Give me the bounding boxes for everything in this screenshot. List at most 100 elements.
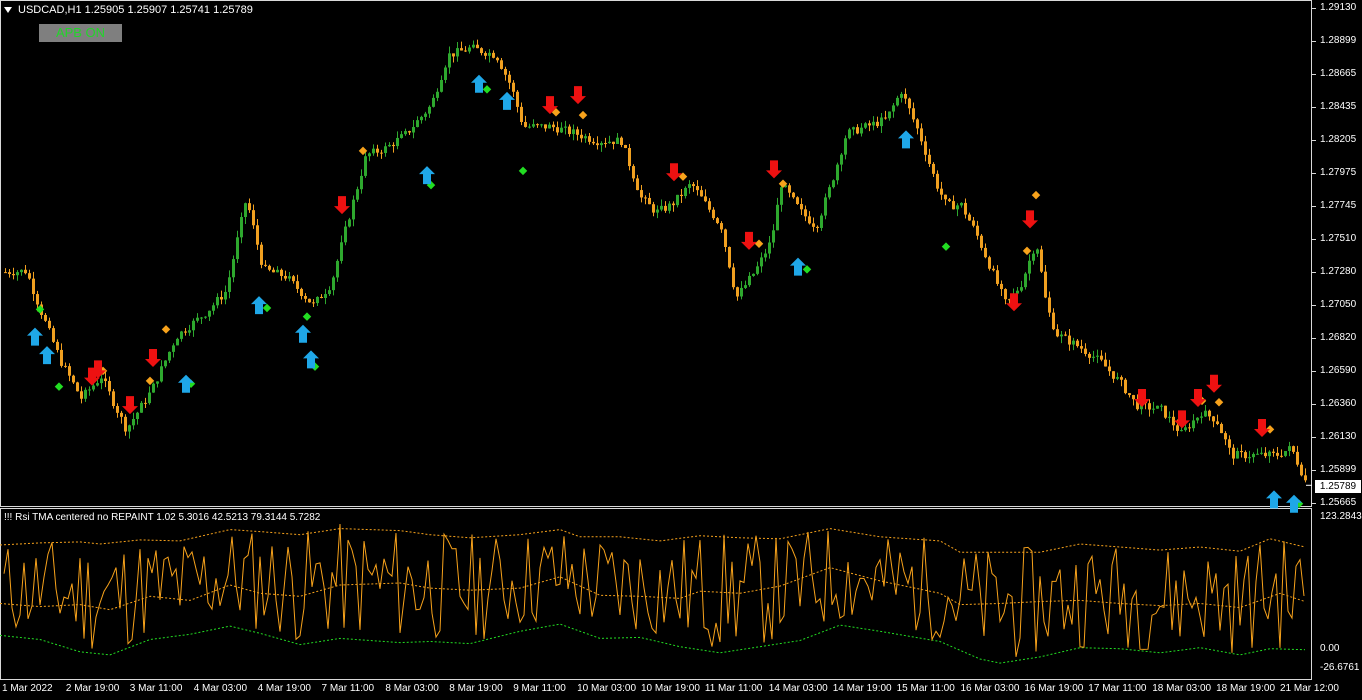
bear-candle bbox=[184, 331, 187, 333]
bear-candle bbox=[460, 48, 463, 51]
bear-candle bbox=[144, 402, 147, 404]
bull-candle bbox=[584, 136, 587, 139]
bear-candle bbox=[32, 278, 35, 295]
bear-candle bbox=[1080, 346, 1083, 349]
bull-candle bbox=[152, 383, 155, 393]
bear-candle bbox=[44, 314, 47, 321]
apb-toggle-button[interactable]: APB ON bbox=[39, 24, 122, 42]
green-diamond-marker bbox=[54, 382, 64, 391]
bear-candle bbox=[1300, 464, 1303, 476]
bull-candle bbox=[340, 242, 343, 261]
bear-candle bbox=[252, 210, 255, 226]
bull-candle bbox=[1028, 260, 1031, 274]
bull-candle bbox=[364, 156, 367, 176]
bear-candle bbox=[284, 275, 287, 279]
bear-candle bbox=[268, 265, 271, 270]
time-tick-label: 8 Mar 03:00 bbox=[385, 683, 439, 694]
time-tick-label: 10 Mar 19:00 bbox=[641, 683, 700, 694]
sell-arrow-icon bbox=[570, 86, 586, 105]
bull-candle bbox=[832, 180, 835, 188]
sell-arrow-icon bbox=[741, 231, 757, 250]
price-tick-mark bbox=[1312, 173, 1316, 174]
bear-candle bbox=[596, 143, 599, 146]
bear-candle bbox=[480, 48, 483, 54]
bull-candle bbox=[212, 305, 215, 311]
bull-candle bbox=[836, 164, 839, 181]
bear-candle bbox=[884, 117, 887, 119]
bull-candle bbox=[896, 97, 899, 106]
bull-candle bbox=[1192, 420, 1195, 429]
bear-candle bbox=[1292, 446, 1295, 452]
collapse-triangle-icon[interactable] bbox=[4, 7, 12, 13]
bull-candle bbox=[760, 257, 763, 267]
bear-candle bbox=[908, 98, 911, 109]
bull-candle bbox=[100, 378, 103, 384]
bull-candle bbox=[548, 124, 551, 129]
trading-chart-window[interactable]: USDCAD,H1 1.25905 1.25907 1.25741 1.2578… bbox=[0, 0, 1362, 700]
bull-candle bbox=[1268, 451, 1271, 457]
bull-candle bbox=[1236, 451, 1239, 459]
bull-candle bbox=[688, 184, 691, 188]
time-tick-label: 17 Mar 11:00 bbox=[1088, 683, 1147, 694]
bull-candle bbox=[1060, 334, 1063, 337]
price-tick-label: 1.26130 bbox=[1320, 430, 1357, 442]
bull-candle bbox=[140, 402, 143, 413]
bull-candle bbox=[756, 266, 759, 274]
price-tick-label: 1.28899 bbox=[1320, 35, 1357, 46]
bull-candle bbox=[1160, 405, 1163, 407]
bear-candle bbox=[800, 204, 803, 210]
bull-candle bbox=[468, 47, 471, 52]
price-tick-label: 1.25899 bbox=[1320, 463, 1357, 475]
buy-arrow-icon bbox=[790, 257, 806, 276]
bear-candle bbox=[1172, 416, 1175, 426]
bull-candle bbox=[404, 131, 407, 135]
bull-candle bbox=[600, 143, 603, 146]
price-tick-mark bbox=[1312, 205, 1316, 207]
bull-candle bbox=[200, 317, 203, 319]
price-axis[interactable]: 1.29130 1.28899 1.28665 1.28435 1.28205 1.279… bbox=[1312, 0, 1362, 680]
bull-candle bbox=[488, 52, 491, 56]
bear-candle bbox=[576, 129, 579, 135]
bull-candle bbox=[872, 121, 875, 126]
bull-candle bbox=[396, 137, 399, 147]
buy-arrow-icon bbox=[499, 91, 515, 110]
price-tick-label: 1.27050 bbox=[1320, 299, 1357, 311]
orange-diamond-marker bbox=[1214, 398, 1224, 407]
price-tick-label: 1.26360 bbox=[1320, 397, 1357, 409]
bear-candle bbox=[256, 225, 259, 245]
bear-candle bbox=[60, 349, 63, 366]
time-tick-label: 16 Mar 19:00 bbox=[1024, 683, 1084, 694]
bull-candle bbox=[432, 97, 435, 107]
bear-candle bbox=[696, 186, 699, 191]
bear-candle bbox=[604, 143, 607, 145]
green-diamond-marker bbox=[262, 303, 272, 313]
bear-candle bbox=[792, 192, 795, 198]
bear-candle bbox=[392, 144, 395, 147]
bull-candle bbox=[528, 126, 531, 128]
time-tick-label: 2 Mar 19:00 bbox=[65, 683, 120, 694]
chart-canvas[interactable] bbox=[0, 0, 1362, 700]
bull-candle bbox=[656, 209, 659, 213]
bear-candle bbox=[1124, 379, 1127, 394]
bear-candle bbox=[80, 391, 83, 399]
rsi-line bbox=[3, 523, 1305, 658]
bear-candle bbox=[1076, 340, 1079, 347]
bear-candle bbox=[308, 298, 311, 303]
price-tick-mark bbox=[1312, 107, 1316, 109]
bull-candle bbox=[332, 277, 335, 291]
bear-candle bbox=[992, 268, 995, 271]
time-axis[interactable]: 1 Mar 2022 2 Mar 19:00 3 Mar 11:00 4 Mar 03… bbox=[0, 680, 1339, 700]
bear-candle bbox=[1212, 416, 1215, 422]
bull-candle bbox=[1072, 340, 1075, 345]
time-tick-label: 18 Mar 19:00 bbox=[1216, 683, 1276, 694]
bear-candle bbox=[568, 126, 571, 135]
bear-candle bbox=[1296, 451, 1299, 465]
bull-candle bbox=[540, 124, 543, 126]
bear-candle bbox=[624, 144, 627, 149]
bull-candle bbox=[900, 93, 903, 98]
bear-candle bbox=[672, 203, 675, 206]
price-tick-mark bbox=[1312, 338, 1316, 339]
bear-candle bbox=[1264, 452, 1267, 457]
bull-candle bbox=[764, 253, 767, 258]
bull-candle bbox=[136, 412, 139, 420]
